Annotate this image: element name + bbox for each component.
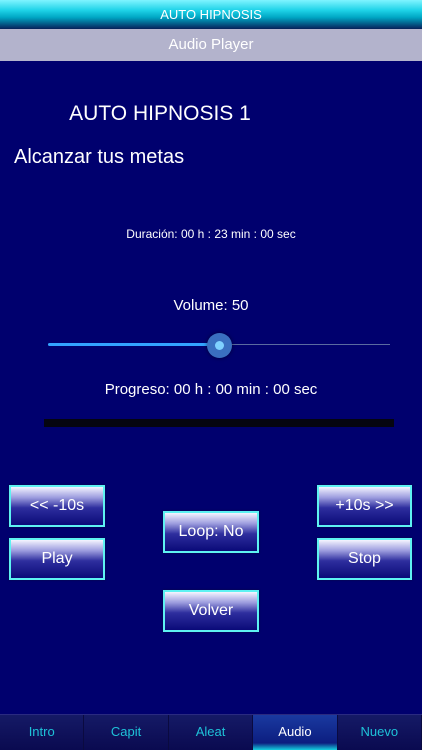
track-subtitle: Alcanzar tus metas	[14, 146, 185, 168]
loop-toggle-button[interactable]: Loop: No	[163, 511, 259, 553]
rewind-10s-button[interactable]: << -10s	[9, 485, 105, 527]
nav-bar: Audio Player	[0, 29, 422, 61]
stop-button[interactable]: Stop	[317, 538, 412, 580]
status-bar-title: AUTO HIPNOSIS	[160, 7, 262, 22]
volume-slider-thumb[interactable]	[207, 333, 232, 358]
tab-aleat[interactable]: Aleat	[169, 715, 254, 750]
tab-nuevo[interactable]: Nuevo	[338, 715, 422, 750]
duration-label: Duración: 00 h : 23 min : 00 sec	[126, 227, 296, 241]
status-bar: AUTO HIPNOSIS	[0, 0, 422, 29]
back-button[interactable]: Volver	[163, 590, 259, 632]
progress-bar[interactable]	[44, 419, 394, 427]
volume-slider[interactable]	[48, 333, 390, 358]
tab-intro[interactable]: Intro	[0, 715, 85, 750]
volume-label: Volume: 50	[173, 297, 249, 314]
nav-bar-title: Audio Player	[168, 36, 254, 53]
forward-10s-button[interactable]: +10s >>	[317, 485, 412, 527]
track-title: AUTO HIPNOSIS 1	[69, 102, 251, 125]
tab-audio[interactable]: Audio	[253, 715, 338, 750]
tab-capit[interactable]: Capit	[84, 715, 169, 750]
tab-bar: Intro Capit Aleat Audio Nuevo	[0, 714, 422, 750]
volume-slider-fill	[48, 343, 219, 346]
play-button[interactable]: Play	[9, 538, 105, 580]
progress-label: Progreso: 00 h : 00 min : 00 sec	[104, 381, 318, 398]
